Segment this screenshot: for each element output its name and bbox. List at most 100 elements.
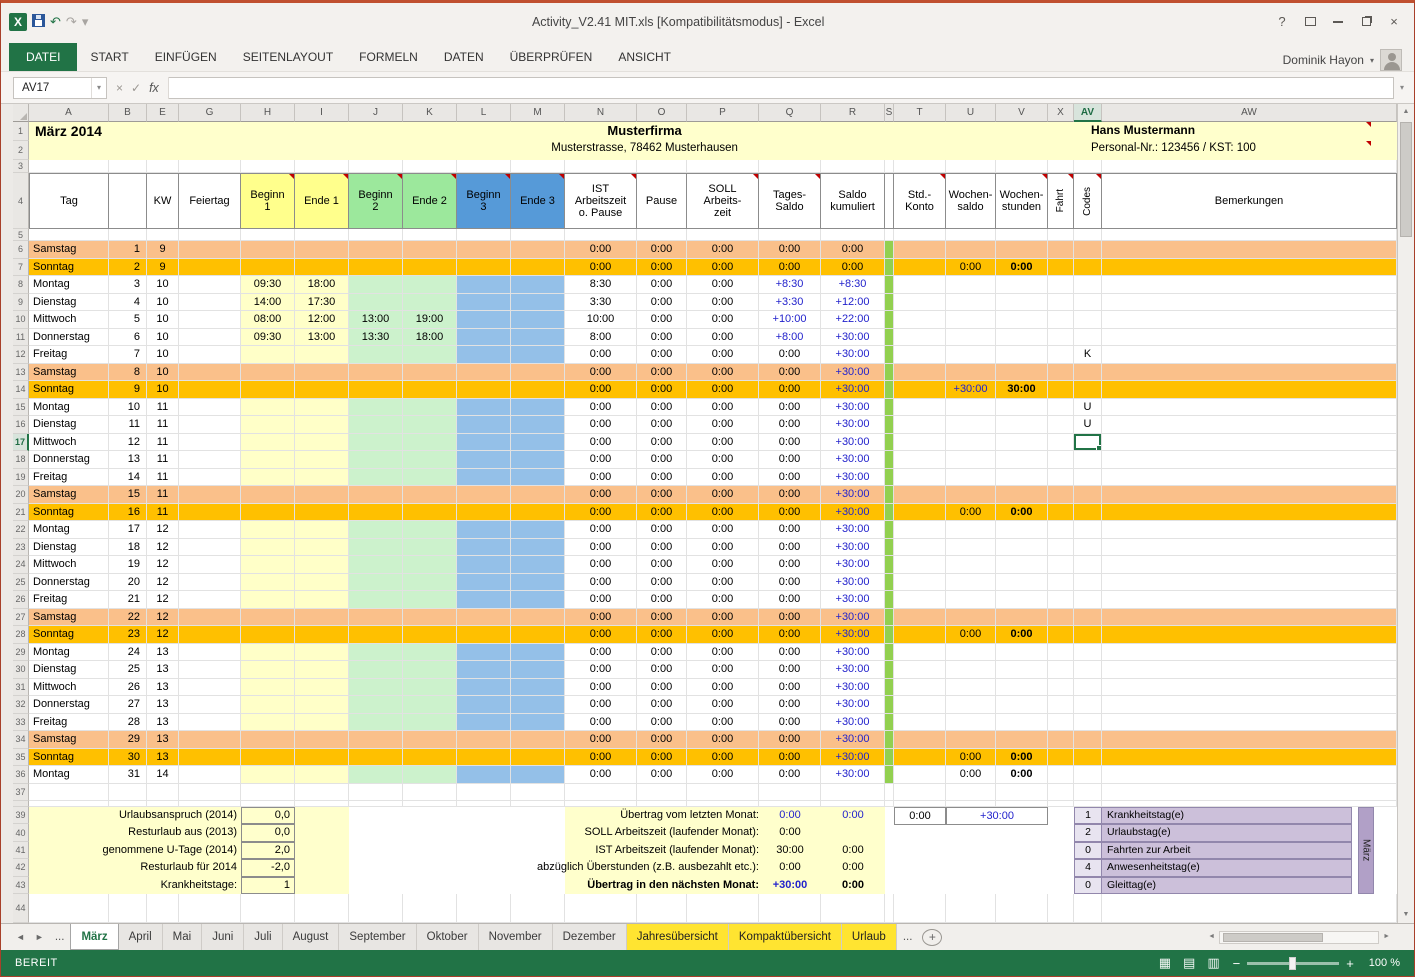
cell-X44[interactable] <box>1048 894 1074 923</box>
cell-Q31[interactable]: 0:00 <box>759 679 821 697</box>
cell-I14[interactable] <box>295 381 349 399</box>
cell-AV18[interactable] <box>1074 451 1102 469</box>
cell-R22[interactable]: +30:00 <box>821 521 885 539</box>
cell-K11[interactable]: 18:00 <box>403 329 457 347</box>
cell-A20[interactable]: Samstag <box>29 486 109 504</box>
cell-L34[interactable] <box>457 731 511 749</box>
cell-AV36[interactable] <box>1074 766 1102 784</box>
cell-J22[interactable] <box>349 521 403 539</box>
cell-U11[interactable] <box>946 329 996 347</box>
cell-V23[interactable] <box>996 539 1048 557</box>
cell-P12[interactable]: 0:00 <box>687 346 759 364</box>
row-header-33[interactable]: 33 <box>13 714 29 732</box>
cell-U8[interactable] <box>946 276 996 294</box>
cell-S21[interactable] <box>885 504 894 522</box>
cell-S31[interactable] <box>885 679 894 697</box>
cell-B28[interactable]: 23 <box>109 626 147 644</box>
cell-B44[interactable] <box>109 894 147 923</box>
cell-E13[interactable]: 10 <box>147 364 179 382</box>
cell-L16[interactable] <box>457 416 511 434</box>
cell-I22[interactable] <box>295 521 349 539</box>
cell-R36[interactable]: +30:00 <box>821 766 885 784</box>
cell-A11[interactable]: Donnerstag <box>29 329 109 347</box>
cell-T36[interactable] <box>894 766 946 784</box>
cell-AV5[interactable] <box>1074 229 1102 241</box>
cell-A6[interactable]: Samstag <box>29 241 109 259</box>
cell-O25[interactable]: 0:00 <box>637 574 687 592</box>
cell-A36[interactable]: Montag <box>29 766 109 784</box>
cell-AW29[interactable] <box>1102 644 1397 662</box>
row-header-4[interactable]: 4 <box>13 173 29 229</box>
cell-AV29[interactable] <box>1074 644 1102 662</box>
cell-J12[interactable] <box>349 346 403 364</box>
cell-U7[interactable]: 0:00 <box>946 259 996 277</box>
cell-Q44[interactable] <box>759 894 821 923</box>
cell-B6[interactable]: 1 <box>109 241 147 259</box>
cell-AW30[interactable] <box>1102 661 1397 679</box>
cell-G32[interactable] <box>179 696 241 714</box>
cell-AV30[interactable] <box>1074 661 1102 679</box>
cell-P10[interactable]: 0:00 <box>687 311 759 329</box>
cell-K27[interactable] <box>403 609 457 627</box>
cell-U35[interactable]: 0:00 <box>946 749 996 767</box>
cell-G29[interactable] <box>179 644 241 662</box>
cell-A37[interactable] <box>29 784 109 802</box>
cell-M36[interactable] <box>511 766 565 784</box>
cell-J23[interactable] <box>349 539 403 557</box>
summary-value[interactable]: 1 <box>241 877 295 894</box>
cell-N12[interactable]: 0:00 <box>565 346 637 364</box>
cell-U10[interactable] <box>946 311 996 329</box>
cell-X29[interactable] <box>1048 644 1074 662</box>
cell-V33[interactable] <box>996 714 1048 732</box>
sheet-tab-august[interactable]: August <box>283 924 340 950</box>
cell-K31[interactable] <box>403 679 457 697</box>
cell-P37[interactable] <box>687 784 759 802</box>
cell-N7[interactable]: 0:00 <box>565 259 637 277</box>
cell-S26[interactable] <box>885 591 894 609</box>
cell-AV37[interactable] <box>1074 784 1102 802</box>
cell-U16[interactable] <box>946 416 996 434</box>
column-header-S[interactable]: S <box>885 104 894 122</box>
cell-J10[interactable]: 13:00 <box>349 311 403 329</box>
cell-T34[interactable] <box>894 731 946 749</box>
cell-Q37[interactable] <box>759 784 821 802</box>
cell-H9[interactable]: 14:00 <box>241 294 295 312</box>
cell-A8[interactable]: Montag <box>29 276 109 294</box>
sheet-nav-right-icon[interactable]: ► <box>30 924 49 950</box>
cell-P21[interactable]: 0:00 <box>687 504 759 522</box>
cell-M20[interactable] <box>511 486 565 504</box>
cell-X9[interactable] <box>1048 294 1074 312</box>
cell-G24[interactable] <box>179 556 241 574</box>
cell-T21[interactable] <box>894 504 946 522</box>
cell-G7[interactable] <box>179 259 241 277</box>
cell-N18[interactable]: 0:00 <box>565 451 637 469</box>
cell-A27[interactable]: Samstag <box>29 609 109 627</box>
cell-E12[interactable]: 10 <box>147 346 179 364</box>
cell-H37[interactable] <box>241 784 295 802</box>
scroll-right-icon[interactable]: ► <box>1379 929 1394 945</box>
cell-P23[interactable]: 0:00 <box>687 539 759 557</box>
cell-B29[interactable]: 24 <box>109 644 147 662</box>
cell-P3[interactable] <box>687 160 759 173</box>
cell-R10[interactable]: +22:00 <box>821 311 885 329</box>
cell-A44[interactable] <box>29 894 109 923</box>
column-header-B[interactable]: B <box>109 104 147 122</box>
cell-L30[interactable] <box>457 661 511 679</box>
cell-Q17[interactable]: 0:00 <box>759 434 821 452</box>
row-header-23[interactable]: 23 <box>13 539 29 557</box>
cell-U30[interactable] <box>946 661 996 679</box>
cell-A7[interactable]: Sonntag <box>29 259 109 277</box>
cell-O36[interactable]: 0:00 <box>637 766 687 784</box>
cell-L19[interactable] <box>457 469 511 487</box>
cell-O3[interactable] <box>637 160 687 173</box>
cell-X6[interactable] <box>1048 241 1074 259</box>
cell-N30[interactable]: 0:00 <box>565 661 637 679</box>
cell-M27[interactable] <box>511 609 565 627</box>
cell-O7[interactable]: 0:00 <box>637 259 687 277</box>
cell-J15[interactable] <box>349 399 403 417</box>
sheet-tab-kompaktübersicht[interactable]: Kompaktübersicht <box>729 924 842 950</box>
cell-N24[interactable]: 0:00 <box>565 556 637 574</box>
cell-H10[interactable]: 08:00 <box>241 311 295 329</box>
cell-U33[interactable] <box>946 714 996 732</box>
cell-N14[interactable]: 0:00 <box>565 381 637 399</box>
